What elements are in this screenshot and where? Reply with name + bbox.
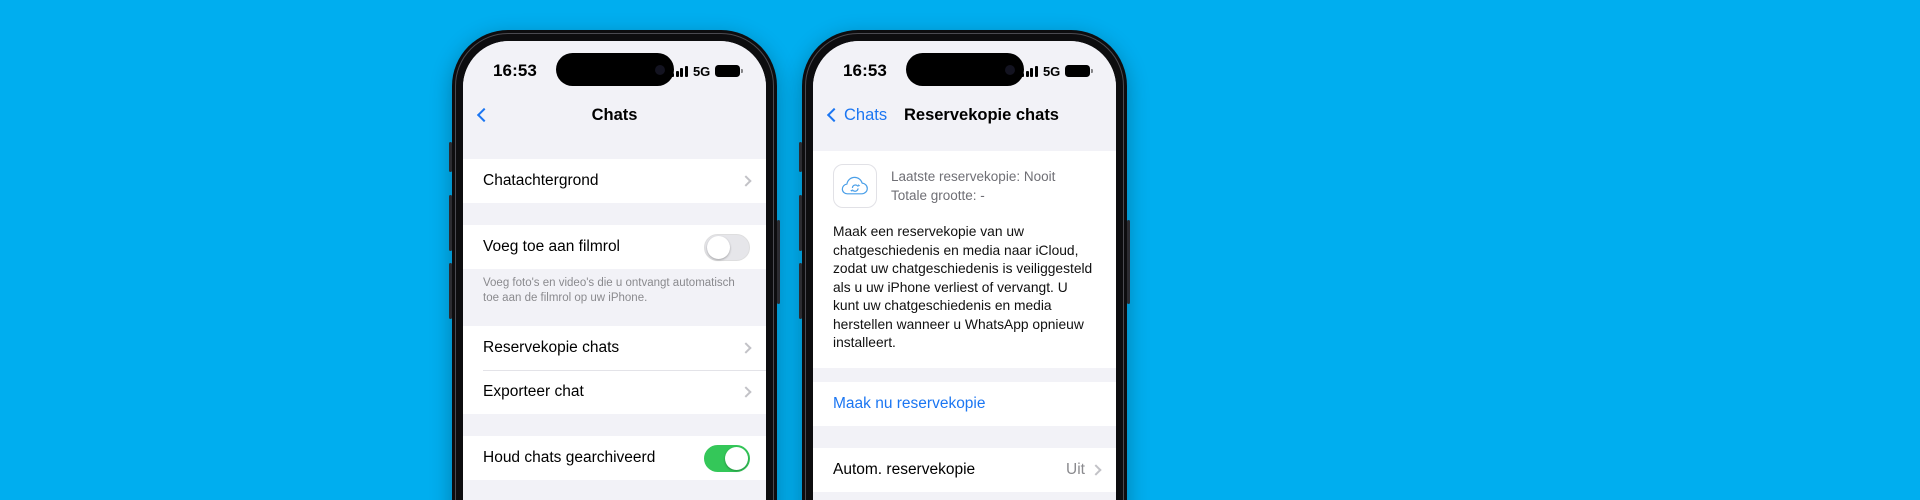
status-indicators: 5G xyxy=(671,56,743,79)
page-title: Chats xyxy=(591,105,638,124)
volume-up-button[interactable] xyxy=(799,195,802,251)
row-accessory xyxy=(740,175,752,187)
dynamic-island xyxy=(555,53,674,86)
status-bar: 16:53 5G xyxy=(463,41,766,93)
section-gap xyxy=(813,367,1116,382)
settings-group-wallpaper: Chatachtergrond xyxy=(463,159,766,203)
settings-group-backup-export: Reservekopie chats Exporteer chat xyxy=(463,326,766,414)
silence-switch[interactable] xyxy=(449,142,452,172)
section-gap xyxy=(463,203,766,225)
row-chat-backup[interactable]: Reservekopie chats xyxy=(463,326,766,370)
row-export-chat[interactable]: Exporteer chat xyxy=(463,370,766,414)
total-size-text: Totale grootte: - xyxy=(891,188,985,203)
section-gap xyxy=(813,137,1116,151)
back-button-label: Chats xyxy=(844,105,888,124)
back-button-chats[interactable]: Chats xyxy=(826,105,888,125)
footnote-camera-roll: Voeg foto's en video's die u ontvangt au… xyxy=(463,269,766,316)
backup-meta: Laatste reservekopie: Nooit Totale groot… xyxy=(891,168,1055,204)
row-label: Reservekopie chats xyxy=(483,339,620,356)
chevron-left-icon xyxy=(826,107,842,123)
toggle-add-to-camera-roll[interactable] xyxy=(704,233,750,261)
row-auto-backup[interactable]: Autom. reservekopie Uit xyxy=(813,447,1116,492)
settings-list: Chatachtergrond Voeg toe aan filmrol Voe… xyxy=(463,137,766,500)
row-label: Voeg toe aan filmrol xyxy=(483,238,621,255)
signal-bars-icon xyxy=(671,65,689,77)
row-backup-now[interactable]: Maak nu reservekopie xyxy=(813,381,1116,426)
row-label: Exporteer chat xyxy=(483,383,584,400)
row-label: Maak nu reservekopie xyxy=(833,394,986,412)
power-button[interactable] xyxy=(1127,220,1130,304)
backup-description: Maak een reservekopie van uw chatgeschie… xyxy=(813,221,1116,368)
phone-device-chat-backup: 16:53 5G Chats Reservekopie chats Laatst… xyxy=(799,30,1130,500)
status-time: 16:53 xyxy=(493,61,537,80)
section-gap xyxy=(463,137,766,159)
back-button[interactable] xyxy=(476,107,492,123)
network-type-label: 5G xyxy=(693,63,710,79)
volume-down-button[interactable] xyxy=(449,263,452,319)
backup-list: Laatste reservekopie: Nooit Totale groot… xyxy=(813,137,1116,500)
toggle-knob xyxy=(706,236,730,259)
row-accessory xyxy=(740,342,752,354)
battery-icon xyxy=(1065,64,1093,78)
settings-group-backup-now: Maak nu reservekopie xyxy=(813,381,1116,426)
toggle-keep-chats-archived[interactable] xyxy=(704,444,750,472)
phone-screen-chats-settings: 16:53 5G Chats Chatachtergrond Voeg toe … xyxy=(463,41,766,500)
nav-bar: Chats xyxy=(463,93,766,137)
network-type-label: 5G xyxy=(1043,63,1060,79)
toggle-knob xyxy=(724,447,748,470)
row-label: Houd chats gearchiveerd xyxy=(483,449,656,466)
row-keep-chats-archived[interactable]: Houd chats gearchiveerd xyxy=(463,436,766,480)
row-accessory: Uit xyxy=(1066,460,1102,479)
row-label: Chatachtergrond xyxy=(483,172,599,189)
section-gap xyxy=(813,425,1116,448)
volume-up-button[interactable] xyxy=(449,195,452,251)
backup-summary-card: Laatste reservekopie: Nooit Totale groot… xyxy=(813,151,1116,221)
dynamic-island xyxy=(905,53,1024,86)
settings-group-auto-backup: Autom. reservekopie Uit xyxy=(813,447,1116,492)
status-time: 16:53 xyxy=(843,61,887,80)
row-label: Autom. reservekopie xyxy=(833,460,976,478)
page-title: Reservekopie chats xyxy=(903,105,1059,124)
chevron-left-icon xyxy=(476,107,492,123)
row-chat-wallpaper[interactable]: Chatachtergrond xyxy=(463,159,766,203)
status-indicators: 5G xyxy=(1021,56,1093,79)
section-gap xyxy=(463,316,766,326)
row-add-to-camera-roll[interactable]: Voeg toe aan filmrol xyxy=(463,225,766,269)
volume-down-button[interactable] xyxy=(799,263,802,319)
phone-device-chats-settings: 16:53 5G Chats Chatachtergrond Voeg toe … xyxy=(449,30,780,500)
row-value: Uit xyxy=(1066,460,1085,478)
canvas: 16:53 5G Chats Chatachtergrond Voeg toe … xyxy=(0,0,1920,500)
status-bar: 16:53 5G xyxy=(813,41,1116,93)
row-accessory xyxy=(740,386,752,398)
silence-switch[interactable] xyxy=(799,142,802,172)
signal-bars-icon xyxy=(1021,65,1039,77)
settings-group-archive: Houd chats gearchiveerd xyxy=(463,436,766,480)
chevron-right-icon xyxy=(740,386,752,398)
nav-bar: Chats Reservekopie chats xyxy=(813,93,1116,137)
phone-screen-chat-backup: 16:53 5G Chats Reservekopie chats Laatst… xyxy=(813,41,1116,500)
battery-icon xyxy=(715,64,743,78)
settings-group-camera-roll: Voeg toe aan filmrol xyxy=(463,225,766,269)
section-gap xyxy=(463,414,766,436)
chevron-right-icon xyxy=(1090,463,1102,476)
chevron-right-icon xyxy=(740,342,752,354)
power-button[interactable] xyxy=(777,220,780,304)
last-backup-text: Laatste reservekopie: Nooit xyxy=(891,169,1056,184)
icloud-backup-icon xyxy=(833,164,877,208)
chevron-right-icon xyxy=(740,175,752,187)
